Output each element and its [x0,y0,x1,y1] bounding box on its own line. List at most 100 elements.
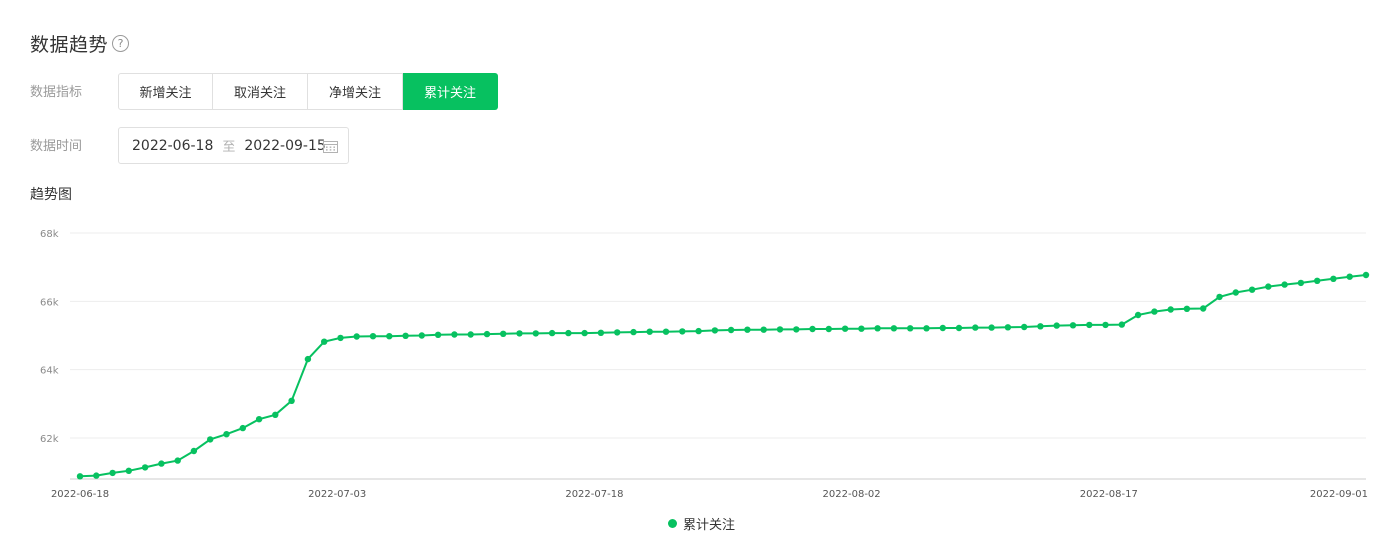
data-point [255,416,263,423]
data-point [1134,311,1142,319]
data-point [793,326,800,333]
title-row: 数据趋势 ? [30,28,130,58]
data-point [207,436,214,443]
data-point [190,447,198,455]
data-point [337,334,344,342]
x-tick-label: 2022-08-02 [823,489,881,500]
metric-option-new-follow[interactable]: 新增关注 [118,73,213,110]
date-label: 数据时间 [30,139,83,154]
data-point [809,325,816,333]
y-tick-label: 68k [40,229,59,240]
data-point [141,464,149,471]
data-point [272,411,279,418]
data-point [386,333,393,340]
data-point [825,325,832,333]
calendar-icon[interactable] [323,140,338,157]
data-point [76,473,84,480]
date-end[interactable]: 2022-09-15 [244,138,325,154]
data-point [1330,275,1337,282]
metric-option-total-follow[interactable]: 累计关注 [403,73,498,110]
data-point [451,331,458,338]
data-point [1151,308,1158,315]
data-point [1346,273,1353,280]
data-point [988,324,995,331]
trend-chart: 62k 64k 66k 68k 2022-06-18 2022-07-03 2022-07-… [40,229,1370,500]
data-point [158,460,165,467]
question-circle-icon[interactable]: ? [112,34,130,52]
x-tick-label: 2022-07-18 [565,489,623,500]
x-tick-label: 2022-07-03 [308,489,366,500]
data-point [1167,306,1174,313]
data-point [776,326,784,333]
data-point [727,326,735,334]
data-point [369,333,377,340]
data-point [434,331,442,338]
data-point [1314,277,1321,284]
y-tick-label: 62k [40,434,59,445]
data-point [304,355,312,363]
data-point [1118,321,1126,328]
x-tick-label: 2022-06-18 [51,489,109,500]
page-title: 数据趋势 [30,33,109,56]
data-point [500,330,507,337]
data-point [1086,321,1093,329]
data-point [1037,323,1044,330]
data-point [858,325,865,332]
data-point [581,329,588,337]
data-point [614,329,621,336]
data-point [565,329,572,337]
data-point [1216,293,1223,301]
data-point [874,325,881,332]
series-line [79,274,1367,478]
data-point [1248,286,1256,293]
data-point [597,329,605,336]
data-point [841,325,849,332]
metric-selector: 新增关注 取消关注 净增关注 累计关注 [118,73,498,110]
x-tick-label: 2022-09-01 [1310,489,1368,500]
metric-label: 数据指标 [30,85,83,100]
data-point [321,338,328,345]
chart-legend[interactable]: 累计关注 [668,514,735,533]
data-point [662,328,670,335]
data-point [109,469,116,477]
data-point [288,397,295,404]
y-tick-label: 66k [40,297,59,308]
data-point [1102,321,1109,329]
data-point [923,325,930,332]
data-point [1265,283,1272,290]
data-point [93,472,100,479]
data-point [646,328,653,335]
date-start[interactable]: 2022-06-18 [132,138,213,154]
data-point [174,457,181,464]
date-range-picker[interactable]: 2022-06-18 至 2022-09-15 [118,127,349,164]
data-point [353,333,360,340]
data-point [1232,289,1240,296]
data-point [467,331,474,338]
data-point [402,332,409,339]
data-point [483,330,491,338]
y-tick-label: 64k [40,366,59,377]
data-point [1362,271,1370,279]
data-point [695,327,702,335]
date-separator: 至 [222,140,236,155]
data-point [744,326,751,333]
data-point [1069,322,1077,329]
metric-option-unfollow[interactable]: 取消关注 [213,73,308,110]
data-point [418,332,425,339]
data-point [972,324,979,331]
data-point [1004,324,1012,331]
data-point [679,328,686,335]
legend-marker [668,519,677,528]
data-point [760,326,767,333]
data-point [223,431,230,438]
legend-label: 累计关注 [683,518,736,533]
data-point [955,324,963,332]
data-point [1020,323,1028,331]
data-point [1297,279,1305,287]
metric-option-net-follow[interactable]: 净增关注 [308,73,403,110]
data-point [907,325,914,332]
data-point [890,325,898,332]
data-point [1053,322,1060,329]
data-point [548,329,556,337]
chart-section-title: 趋势图 [30,187,72,203]
